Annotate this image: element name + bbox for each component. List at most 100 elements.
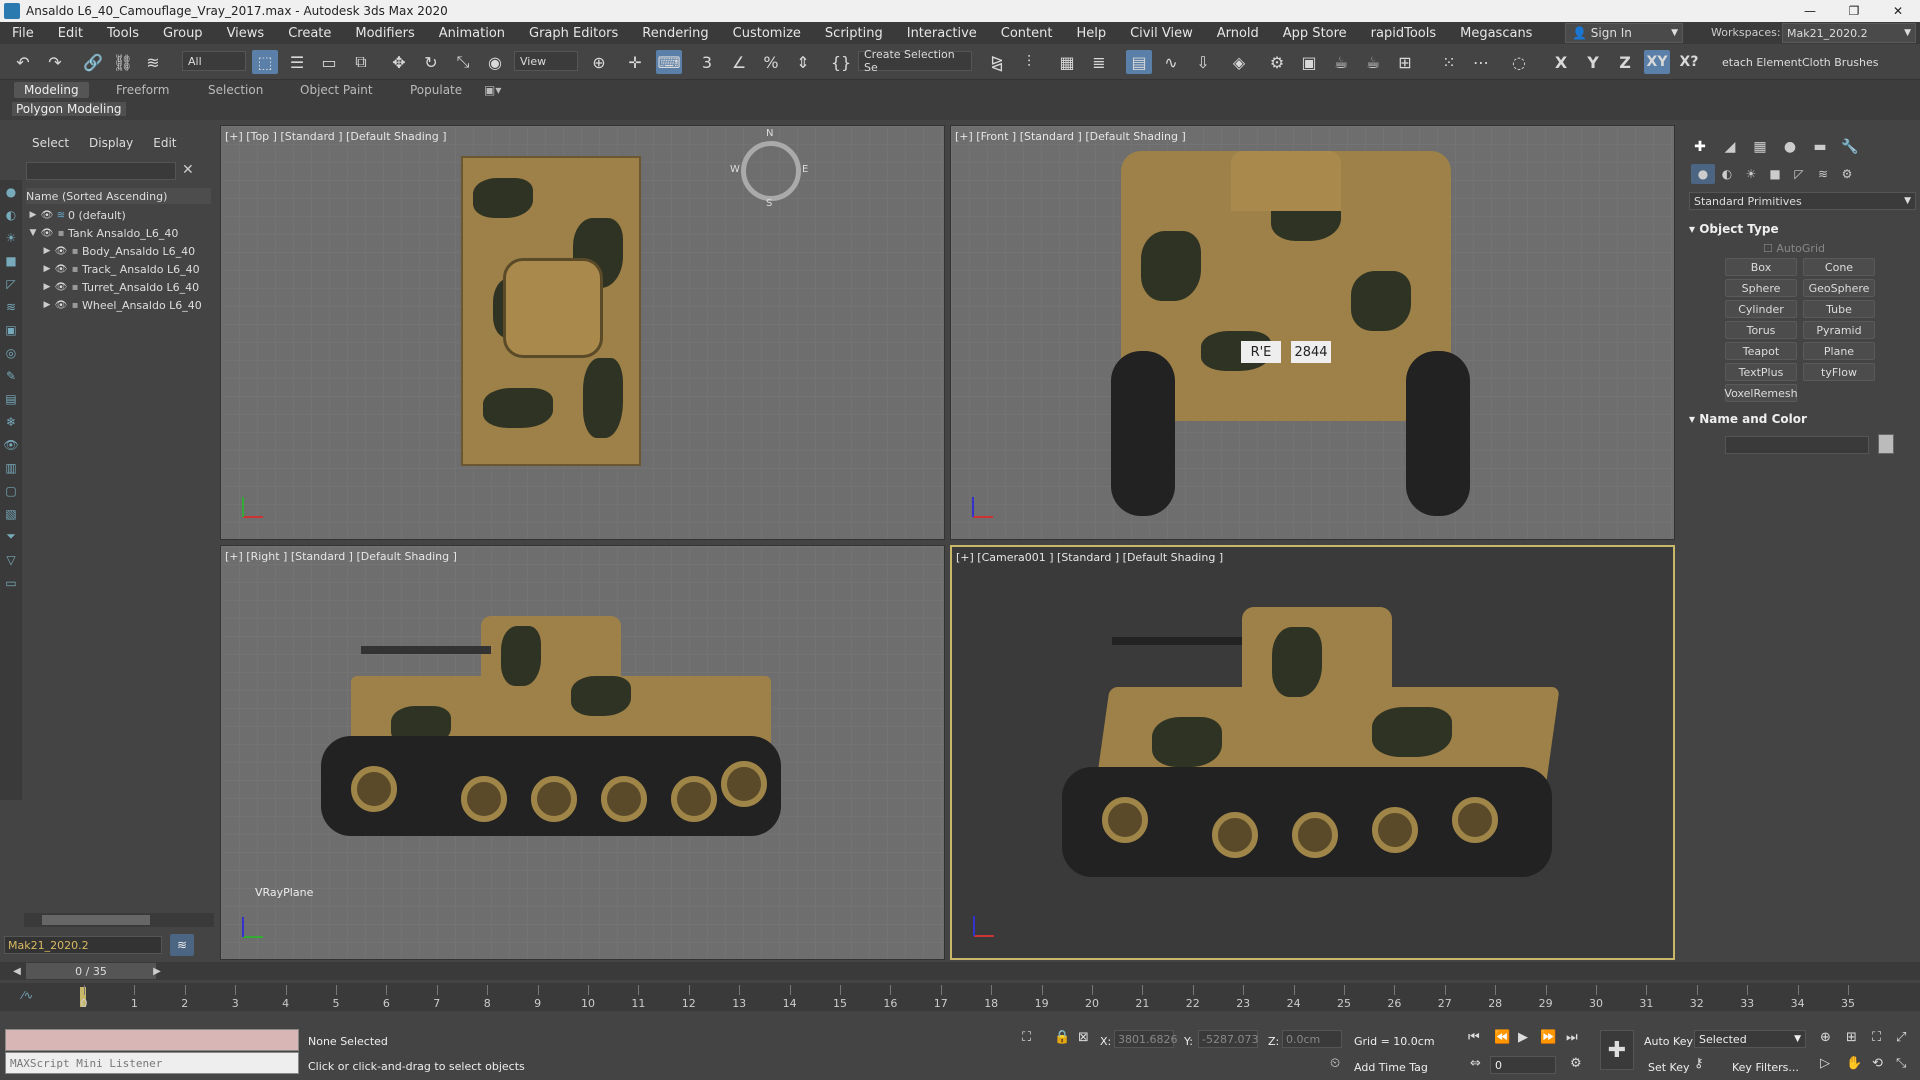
menu-graph-editors[interactable]: Graph Editors — [517, 26, 630, 41]
menu-scripting[interactable]: Scripting — [813, 26, 895, 41]
filter-toggle-icon[interactable]: ▽ — [0, 548, 22, 571]
goto-end-icon[interactable]: ⏭ — [1566, 1030, 1578, 1045]
add-time-tag-button[interactable]: Add Time Tag — [1354, 1061, 1428, 1074]
create-tab-icon[interactable]: ✚ — [1685, 136, 1715, 158]
name-and-color-rollout[interactable]: ▾ Name and Color — [1689, 412, 1916, 426]
curve-editor-icon[interactable]: ∿ — [1158, 50, 1184, 74]
hierarchy-tab-icon[interactable]: ▦ — [1745, 136, 1775, 158]
render-grid-icon[interactable]: ⊞ — [1392, 50, 1418, 74]
viewport-right[interactable]: [+] [Right ] [Standard ] [Default Shadin… — [220, 545, 945, 960]
display-lights-icon[interactable]: ☀ — [0, 226, 22, 249]
isolate-selection-icon[interactable]: ⛶ — [1022, 1030, 1031, 1045]
filter-icon[interactable]: ⏷ — [0, 525, 22, 548]
ribbon-options-icon[interactable]: ▣▾ — [480, 82, 505, 98]
maxscript-input[interactable] — [5, 1029, 299, 1051]
display-spacewarps-icon[interactable]: ≋ — [0, 295, 22, 318]
cylinder-button[interactable]: Cylinder — [1725, 300, 1797, 318]
expand-arrow-icon[interactable]: ▶ — [40, 282, 54, 292]
viewcube-compass[interactable]: N S W E — [730, 128, 808, 209]
scrollbar-thumb[interactable] — [42, 915, 150, 925]
axis-xy-button[interactable]: XY — [1644, 50, 1670, 74]
menu-help[interactable]: Help — [1064, 26, 1118, 41]
maximize-viewport-icon[interactable]: ⤡ — [1896, 1056, 1906, 1071]
menu-interactive[interactable]: Interactive — [895, 26, 989, 41]
tab-populate[interactable]: Populate — [400, 82, 472, 98]
tyflow-button[interactable]: tyFlow — [1803, 363, 1875, 381]
menu-rendering[interactable]: Rendering — [630, 26, 720, 41]
menu-tools[interactable]: Tools — [95, 26, 151, 41]
utilities-tab-icon[interactable]: 🔧 — [1835, 136, 1865, 158]
goto-start-icon[interactable]: ⏮ — [1468, 1030, 1480, 1045]
rect-selection-icon[interactable]: ▭ — [316, 50, 342, 74]
teapot-button[interactable]: Teapot — [1725, 342, 1797, 360]
lasso-icon[interactable]: ◌ — [1506, 50, 1532, 74]
select-manipulate-icon[interactable]: ✛ — [622, 50, 648, 74]
tree-row[interactable]: ▶ 👁 ▪ Body_Ansaldo L6_40 — [26, 242, 211, 260]
absolute-mode-icon[interactable]: ⊠ — [1078, 1030, 1089, 1045]
mirror-icon[interactable]: ⧎ — [984, 50, 1010, 74]
object-color-swatch[interactable] — [1878, 434, 1894, 454]
expand-arrow-icon[interactable]: ▶ — [40, 264, 54, 274]
collapse-arrow-icon[interactable]: ▼ — [26, 228, 40, 238]
redo-icon[interactable]: ↷ — [42, 50, 68, 74]
detach-element-button[interactable]: etach Element — [1722, 56, 1802, 69]
timeline-ruler[interactable]: ⁄∿ 0 1 2 3 4 5 6 7 8 9 10 11 12 13 14 15 16 17 18 19 20 21 22 2… — [0, 983, 1920, 1011]
next-frame-arrow-icon[interactable]: ▶ — [150, 963, 164, 979]
clear-search-icon[interactable]: ✕ — [182, 162, 194, 178]
viewport-label[interactable]: [+] [Top ] [Standard ] [Default Shading … — [225, 130, 447, 143]
menu-civil-view[interactable]: Civil View — [1118, 26, 1205, 41]
tree-row[interactable]: ▼ 👁 ▪ Tank Ansaldo_L6_40 — [26, 224, 211, 242]
time-slider[interactable]: 0 / 35 — [26, 963, 156, 979]
maxscript-mini-listener[interactable]: MAXScript Mini Listener — [5, 1052, 299, 1074]
ring-icon[interactable]: ⋯ — [1468, 50, 1494, 74]
tree-row[interactable]: ▶ 👁 ▪ Turret_Ansaldo L6_40 — [26, 278, 211, 296]
viewport-label[interactable]: [+] [Right ] [Standard ] [Default Shadin… — [225, 550, 457, 563]
menu-app-store[interactable]: App Store — [1271, 26, 1359, 41]
angle-snap-icon[interactable]: ∠ — [726, 50, 752, 74]
display-none-icon[interactable]: ● — [0, 180, 22, 203]
edit-named-selection-icon[interactable]: {} — [828, 50, 854, 74]
y-coordinate-field[interactable]: -5287.073 — [1198, 1030, 1258, 1048]
unlink-icon[interactable]: ⛓ — [110, 50, 136, 74]
scene-menu-edit[interactable]: Edit — [143, 136, 186, 156]
visibility-eye-icon[interactable]: 👁 — [54, 264, 68, 275]
time-tag-icon[interactable]: ⏲ — [1330, 1056, 1340, 1071]
lights-icon[interactable]: ☀ — [1739, 164, 1763, 184]
axis-z-button[interactable]: Z — [1612, 50, 1638, 74]
curve-editor-mini-icon[interactable]: ⁄∿ — [22, 989, 33, 1002]
close-button[interactable]: ✕ — [1876, 0, 1920, 22]
time-config-icon[interactable]: ⚙ — [1570, 1056, 1582, 1071]
select-object-icon[interactable]: ⬚ — [252, 50, 278, 74]
cloth-brushes-button[interactable]: Cloth Brushes — [1802, 56, 1879, 69]
prev-frame-icon[interactable]: ⏪ — [1494, 1030, 1510, 1045]
tree-row[interactable]: ▶ 👁 ▪ Wheel_Ansaldo L6_40 — [26, 296, 211, 314]
scene-menu-select[interactable]: Select — [22, 136, 79, 156]
scale-icon[interactable]: ⤡ — [450, 50, 476, 74]
tree-row[interactable]: ▶ 👁 ▪ Track_ Ansaldo L6_40 — [26, 260, 211, 278]
named-selection-dropdown[interactable]: Create Selection Se — [858, 48, 972, 74]
display-helpers-icon[interactable]: ◸ — [0, 272, 22, 295]
cameras-icon[interactable]: ■ — [1763, 164, 1787, 184]
systems-icon[interactable]: ⚙ — [1835, 164, 1859, 184]
fov-icon[interactable]: ▷ — [1820, 1056, 1830, 1071]
visibility-eye-icon[interactable]: 👁 — [54, 282, 68, 293]
z-coordinate-field[interactable]: 0.0cm — [1282, 1030, 1342, 1048]
menu-modifiers[interactable]: Modifiers — [343, 26, 426, 41]
move-icon[interactable]: ✥ — [386, 50, 412, 74]
axis-x-button[interactable]: X — [1548, 50, 1574, 74]
display-geometry-icon[interactable]: ◐ — [0, 203, 22, 226]
tab-selection[interactable]: Selection — [198, 82, 273, 98]
torus-button[interactable]: Torus — [1725, 321, 1797, 339]
viewport-label[interactable]: [+] [Front ] [Standard ] [Default Shadin… — [955, 130, 1186, 143]
menu-megascans[interactable]: Megascans — [1448, 26, 1544, 41]
display-all-icon[interactable]: ▥ — [0, 456, 22, 479]
plane-button[interactable]: Plane — [1803, 342, 1875, 360]
menu-rapidtools[interactable]: rapidTools — [1359, 26, 1448, 41]
menu-customize[interactable]: Customize — [721, 26, 813, 41]
layer-explorer-icon[interactable]: ≣ — [1086, 50, 1112, 74]
scene-menu-display[interactable]: Display — [79, 136, 143, 156]
rendered-frame-window-icon[interactable]: ▣ — [1296, 50, 1322, 74]
render-production-icon[interactable]: ☕ — [1328, 50, 1354, 74]
visibility-eye-icon[interactable]: 👁 — [40, 210, 54, 221]
align-icon[interactable]: ⫶ — [1016, 50, 1042, 74]
